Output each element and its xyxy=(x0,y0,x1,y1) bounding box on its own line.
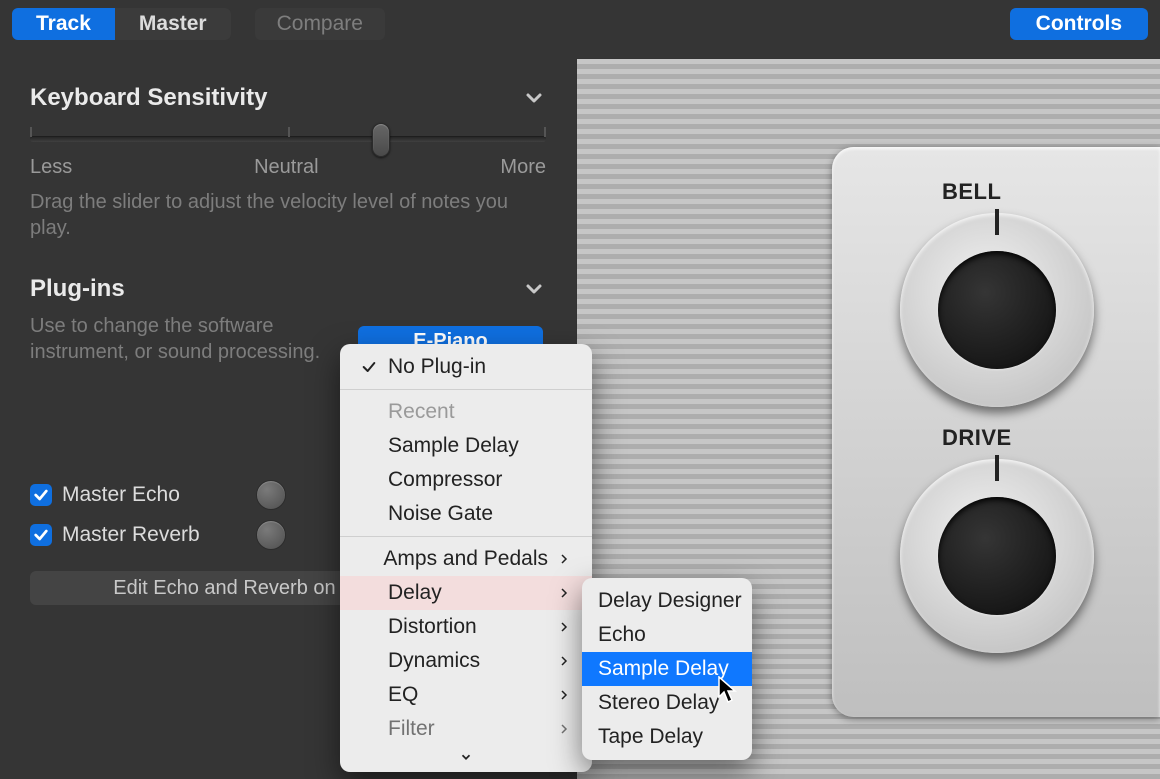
submenu-item-3-label: Stereo Delay xyxy=(598,691,719,715)
menu-no-plugin-label: No Plug-in xyxy=(388,355,486,379)
menu-cat-4-label: EQ xyxy=(388,683,418,707)
menu-recent-heading: Recent xyxy=(340,395,592,429)
master-button[interactable]: Master xyxy=(115,8,231,40)
master-echo-checkbox[interactable] xyxy=(30,484,52,506)
delay-submenu: Delay Designer Echo Sample Delay Stereo … xyxy=(582,578,752,760)
menu-recent-2-label: Noise Gate xyxy=(388,502,493,526)
compare-button[interactable]: Compare xyxy=(255,8,385,40)
velocity-slider-labels: Less Neutral More xyxy=(30,156,546,179)
bell-knob[interactable] xyxy=(900,213,1094,407)
plugins-heading[interactable]: Plug-ins xyxy=(30,275,546,303)
keyboard-sensitivity-heading[interactable]: Keyboard Sensitivity xyxy=(30,84,546,112)
chevron-right-icon xyxy=(558,717,570,741)
velocity-more-label: More xyxy=(500,156,546,179)
menu-recent-1[interactable]: Compressor xyxy=(340,463,592,497)
top-bar: Track Master Compare Controls xyxy=(0,0,1160,48)
master-reverb-label: Master Reverb xyxy=(62,523,200,547)
controls-button[interactable]: Controls xyxy=(1010,8,1148,40)
submenu-item-1-label: Echo xyxy=(598,623,646,647)
plugins-title: Plug-ins xyxy=(30,275,125,303)
bell-label: BELL xyxy=(942,179,1160,205)
menu-no-plugin[interactable]: No Plug-in xyxy=(340,350,592,384)
menu-cat-3[interactable]: Dynamics xyxy=(340,644,592,678)
velocity-neutral-label: Neutral xyxy=(254,156,318,179)
track-master-segmented: Track Master xyxy=(12,8,231,40)
master-reverb-slider-knob[interactable] xyxy=(256,520,286,550)
keyboard-sensitivity-title: Keyboard Sensitivity xyxy=(30,84,267,112)
submenu-item-4[interactable]: Tape Delay xyxy=(582,720,752,754)
submenu-item-2-label: Sample Delay xyxy=(598,657,729,681)
menu-cat-5-label: Filter xyxy=(388,717,435,741)
submenu-item-0[interactable]: Delay Designer xyxy=(582,584,752,618)
chevron-right-icon xyxy=(558,547,570,571)
menu-cat-2[interactable]: Distortion xyxy=(340,610,592,644)
checkmark-icon xyxy=(360,359,378,375)
menu-recent-label: Recent xyxy=(388,400,455,424)
chevron-down-icon xyxy=(522,86,546,110)
chevron-right-icon xyxy=(558,581,570,605)
drive-knob[interactable] xyxy=(900,459,1094,653)
menu-scroll-indicator[interactable] xyxy=(340,746,592,766)
menu-cat-3-label: Dynamics xyxy=(388,649,480,673)
menu-cat-4[interactable]: EQ xyxy=(340,678,592,712)
submenu-item-4-label: Tape Delay xyxy=(598,725,703,749)
chevron-right-icon xyxy=(558,615,570,639)
plugins-help-text: Use to change the software instrument, o… xyxy=(30,313,350,365)
velocity-less-label: Less xyxy=(30,156,72,179)
menu-cat-delay-label: Delay xyxy=(388,581,442,605)
master-echo-slider-knob[interactable] xyxy=(256,480,286,510)
menu-recent-0[interactable]: Sample Delay xyxy=(340,429,592,463)
chevron-down-icon xyxy=(522,277,546,301)
menu-cat-0[interactable]: Amps and Pedals xyxy=(340,542,592,576)
track-button[interactable]: Track xyxy=(12,8,115,40)
menu-cat-2-label: Distortion xyxy=(388,615,477,639)
drive-label: DRIVE xyxy=(942,425,1160,451)
menu-cat-5[interactable]: Filter xyxy=(340,712,592,746)
chevron-right-icon xyxy=(558,683,570,707)
master-echo-label: Master Echo xyxy=(62,483,180,507)
chevron-right-icon xyxy=(558,649,570,673)
menu-recent-1-label: Compressor xyxy=(388,468,502,492)
master-reverb-checkbox[interactable] xyxy=(30,524,52,546)
submenu-item-0-label: Delay Designer xyxy=(598,589,742,613)
menu-cat-delay[interactable]: Delay xyxy=(340,576,592,610)
menu-recent-0-label: Sample Delay xyxy=(388,434,519,458)
menu-cat-0-label: Amps and Pedals xyxy=(383,547,548,571)
velocity-help-text: Drag the slider to adjust the velocity l… xyxy=(30,189,546,241)
submenu-item-1[interactable]: Echo xyxy=(582,618,752,652)
menu-recent-2[interactable]: Noise Gate xyxy=(340,497,592,531)
velocity-slider[interactable] xyxy=(30,136,546,142)
cursor-icon xyxy=(718,676,738,704)
plugin-menu: No Plug-in Recent Sample Delay Compresso… xyxy=(340,344,592,772)
instrument-knob-panel: BELL DRIVE xyxy=(832,147,1160,717)
